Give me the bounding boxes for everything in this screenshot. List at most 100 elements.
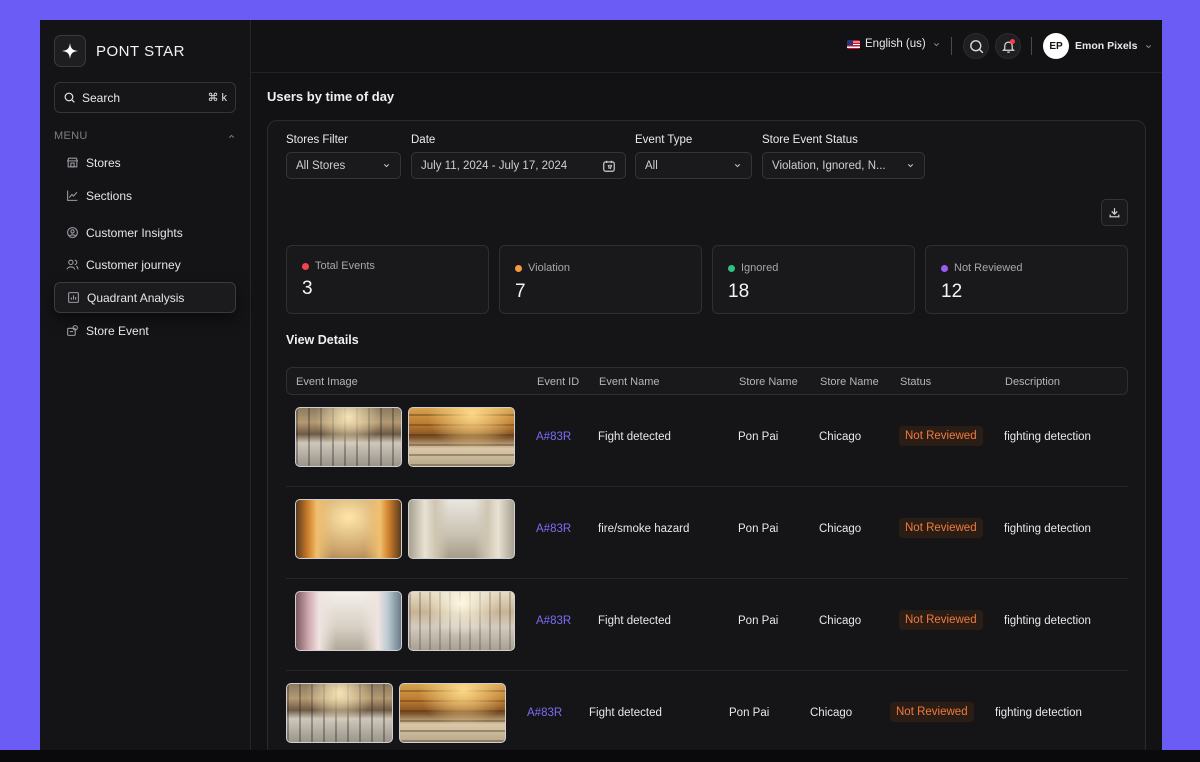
stores-filter-value: All Stores <box>296 159 346 172</box>
event-image[interactable] <box>408 499 515 559</box>
users-icon <box>65 258 79 272</box>
topbar: English (us) EP Emon Pixels <box>251 20 1162 73</box>
column-header: Store Name <box>739 376 798 388</box>
menu-section-header[interactable]: MENU <box>54 130 236 142</box>
chart-line-icon <box>65 189 79 203</box>
event-image[interactable] <box>295 407 402 467</box>
sidebar-item-quadrant-analysis[interactable]: Quadrant Analysis <box>54 282 236 313</box>
us-flag-icon <box>847 39 860 49</box>
store-name: Pon Pai <box>738 615 779 627</box>
chevron-down-icon <box>383 164 390 168</box>
store-name: Pon Pai <box>738 523 779 535</box>
stat-label-text: Violation <box>528 262 570 274</box>
sidebar-item-label: Stores <box>86 155 121 170</box>
store-name: Pon Pai <box>729 707 770 719</box>
stat-card-violation: Violation 7 <box>499 245 702 314</box>
search-shortcut: ⌘ k <box>207 92 227 104</box>
event-description: fighting detection <box>1004 523 1091 535</box>
event-name: Fight detected <box>598 431 671 443</box>
event-image[interactable] <box>399 683 506 743</box>
sidebar-search[interactable]: Search ⌘ k <box>54 82 236 113</box>
store-city: Chicago <box>810 707 853 719</box>
sidebar-item-customer-journey[interactable]: Customer journey <box>54 249 236 280</box>
events-panel: Stores Filter All Stores Date July 11, 2… <box>267 120 1146 750</box>
event-name: Fight detected <box>589 707 662 719</box>
user-menu[interactable]: EP Emon Pixels <box>1043 33 1153 59</box>
store-icon <box>65 156 79 170</box>
language-selector[interactable]: English (us) <box>847 38 941 50</box>
table-row[interactable]: A#83R fire/smoke hazard Pon Pai Chicago … <box>286 487 1128 579</box>
event-id-link[interactable]: A#83R <box>536 615 571 627</box>
status-badge: Not Reviewed <box>890 702 974 722</box>
stat-card-total-events: Total Events 3 <box>286 245 489 314</box>
table-row[interactable]: A#83R Fight detected Pon Pai Chicago Not… <box>286 579 1128 671</box>
status-badge: Not Reviewed <box>899 610 983 630</box>
event-name: fire/smoke hazard <box>598 523 690 535</box>
column-header: Status <box>900 376 932 388</box>
brand[interactable]: PONT STAR <box>54 35 185 67</box>
sidebar-item-sections[interactable]: Sections <box>54 180 236 211</box>
column-header: Event Image <box>296 376 358 388</box>
stat-label-text: Not Reviewed <box>954 262 1023 274</box>
stat-card-not-reviewed: Not Reviewed 12 <box>925 245 1128 314</box>
sidebar-item-customer-insights[interactable]: Customer Insights <box>54 217 236 248</box>
sidebar-item-label: Sections <box>86 188 133 203</box>
notifications-button[interactable] <box>995 33 1021 59</box>
column-header: Event ID <box>537 376 580 388</box>
event-id-link[interactable]: A#83R <box>527 707 562 719</box>
stat-label-text: Total Events <box>315 260 375 272</box>
search-button[interactable] <box>963 33 989 59</box>
stores-filter-select[interactable]: All Stores <box>286 152 401 179</box>
stat-label: Total Events <box>302 260 375 272</box>
stat-value: 18 <box>728 281 750 302</box>
event-image[interactable] <box>295 499 402 559</box>
stat-label: Violation <box>515 262 570 274</box>
event-description: fighting detection <box>1004 615 1091 627</box>
stat-value: 3 <box>302 278 313 299</box>
date-range-picker[interactable]: July 11, 2024 - July 17, 2024 <box>411 152 626 179</box>
event-type-select[interactable]: All <box>635 152 752 179</box>
search-icon <box>64 92 75 103</box>
store-name: Pon Pai <box>738 431 779 443</box>
status-dot <box>302 262 309 270</box>
stat-label-text: Ignored <box>741 262 779 274</box>
event-image[interactable] <box>286 683 393 743</box>
sidebar-item-stores[interactable]: Stores <box>54 147 236 178</box>
table-row[interactable]: A#83R Fight detected Pon Pai Chicago Not… <box>286 671 1128 750</box>
download-button[interactable] <box>1101 199 1128 226</box>
column-header: Event Name <box>599 376 660 388</box>
divider <box>1031 37 1032 55</box>
app-window: PONT STAR Search ⌘ k MENU Stores Section… <box>40 20 1162 750</box>
stores-filter-label: Stores Filter <box>286 134 348 146</box>
page-title: Users by time of day <box>267 89 395 104</box>
column-header: Description <box>1005 376 1061 388</box>
chevron-down-icon <box>734 164 741 168</box>
event-type-value: All <box>645 159 658 172</box>
notification-dot <box>1010 39 1015 44</box>
divider <box>951 37 952 55</box>
event-id-link[interactable]: A#83R <box>536 431 571 443</box>
event-status-select[interactable]: Violation, Ignored, N... <box>762 152 925 179</box>
stat-card-ignored: Ignored 18 <box>712 245 915 314</box>
sidebar-item-label: Customer Insights <box>86 225 183 240</box>
table-row[interactable]: A#83R Fight detected Pon Pai Chicago Not… <box>286 395 1128 487</box>
language-label: English (us) <box>865 38 926 50</box>
sidebar: PONT STAR Search ⌘ k MENU Stores Section… <box>40 20 251 750</box>
event-status-label: Store Event Status <box>762 134 858 146</box>
event-type-label: Event Type <box>635 134 693 146</box>
event-description: fighting detection <box>995 707 1082 719</box>
event-image[interactable] <box>295 591 402 651</box>
search-label: Search <box>82 90 121 105</box>
stat-label: Not Reviewed <box>941 262 1022 274</box>
bottom-strip <box>0 750 1200 762</box>
table-header: Event Image Event ID Event Name Store Na… <box>286 367 1128 395</box>
event-image[interactable] <box>408 591 515 651</box>
view-details-title: View Details <box>286 333 359 347</box>
store-city: Chicago <box>819 615 862 627</box>
event-image[interactable] <box>408 407 515 467</box>
sidebar-item-store-event[interactable]: Store Event <box>54 315 236 346</box>
event-icon <box>65 324 79 338</box>
chevron-down-icon <box>1146 44 1152 48</box>
event-id-link[interactable]: A#83R <box>536 523 571 535</box>
chevron-down-icon <box>933 42 939 46</box>
